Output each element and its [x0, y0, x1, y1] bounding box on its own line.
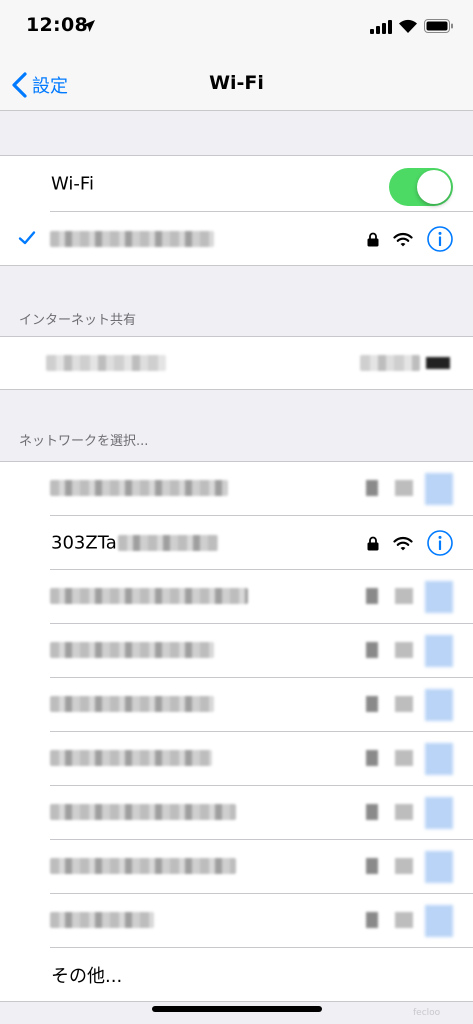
network-name-redacted: [50, 696, 214, 712]
toggle-knob: [417, 170, 451, 204]
hotspot-battery-redacted: [426, 357, 450, 369]
wifi-signal-icon: [395, 804, 413, 820]
lock-icon: [366, 912, 378, 928]
network-row[interactable]: [0, 840, 473, 893]
wifi-signal-icon: [395, 750, 413, 766]
page-title: Wi-Fi: [209, 72, 264, 94]
section-header-hotspot: インターネット共有: [19, 313, 137, 328]
network-row[interactable]: [0, 732, 473, 785]
info-icon[interactable]: [425, 635, 453, 667]
network-row[interactable]: [0, 570, 473, 623]
info-icon[interactable]: [425, 905, 453, 937]
wifi-signal-icon: [393, 232, 413, 247]
wifi-signal-icon: [395, 588, 413, 604]
lock-icon: [366, 480, 378, 496]
wifi-signal-icon: [395, 858, 413, 874]
network-row[interactable]: 303ZTa: [0, 516, 473, 569]
watermark: fecloo: [413, 1008, 441, 1018]
info-icon[interactable]: [425, 473, 453, 505]
hotspot-row[interactable]: [0, 337, 473, 390]
network-row[interactable]: [0, 462, 473, 515]
lock-icon: [366, 696, 378, 712]
network-name-redacted: [50, 858, 236, 874]
info-icon[interactable]: [427, 530, 453, 556]
hotspot-group: [0, 336, 473, 390]
lock-icon: [366, 804, 378, 820]
network-row[interactable]: [0, 786, 473, 839]
hotspot-status-redacted: [360, 355, 420, 371]
other-network-label: その他...: [51, 966, 123, 987]
checkmark-icon: [18, 231, 36, 245]
network-name-redacted: [50, 804, 236, 820]
network-name-redacted-suffix: [118, 535, 218, 551]
lock-icon: [367, 232, 379, 247]
network-row[interactable]: [0, 894, 473, 947]
battery-icon: [424, 19, 453, 33]
wifi-label: Wi-Fi: [51, 173, 94, 194]
wifi-toggle-row: Wi-Fi: [0, 156, 473, 211]
home-indicator[interactable]: [152, 1006, 322, 1012]
wifi-signal-icon: [395, 642, 413, 658]
network-row[interactable]: [0, 678, 473, 731]
lock-icon: [366, 750, 378, 766]
lock-icon: [366, 588, 378, 604]
cellular-signal-icon: [370, 20, 392, 34]
info-icon[interactable]: [425, 797, 453, 829]
lock-icon: [366, 642, 378, 658]
other-network-row[interactable]: その他...: [0, 948, 473, 1002]
network-name-redacted: [50, 588, 248, 604]
wifi-toggle[interactable]: [389, 168, 453, 206]
network-name-redacted: [50, 642, 214, 658]
wifi-signal-icon: [393, 536, 413, 551]
location-arrow-icon: [83, 20, 95, 32]
network-row[interactable]: [0, 624, 473, 677]
wifi-signal-icon: [395, 696, 413, 712]
info-icon[interactable]: [425, 689, 453, 721]
connected-network-name-redacted: [50, 231, 214, 247]
network-name-303ZTa: 303ZTa: [51, 532, 117, 553]
info-icon[interactable]: [425, 851, 453, 883]
info-icon[interactable]: [425, 743, 453, 775]
network-name-redacted: [50, 480, 228, 496]
info-icon[interactable]: [425, 581, 453, 613]
network-name-redacted: [50, 750, 212, 766]
connected-network-row[interactable]: [0, 212, 473, 267]
wifi-signal-icon: [395, 912, 413, 928]
hotspot-name-redacted: [46, 355, 166, 371]
network-name-redacted: [50, 912, 154, 928]
wifi-signal-icon: [395, 480, 413, 496]
navigation-bar: 設定 Wi-Fi: [0, 58, 473, 111]
wifi-status-icon: [399, 19, 417, 33]
info-icon[interactable]: [427, 226, 453, 252]
network-list-group: 303ZTa その他...: [0, 461, 473, 1002]
status-bar: 12:08: [0, 0, 473, 58]
section-header-networks: ネットワークを選択...: [19, 434, 149, 449]
status-time: 12:08: [26, 14, 88, 36]
lock-icon: [367, 536, 379, 551]
wifi-group: Wi-Fi: [0, 155, 473, 266]
lock-icon: [366, 858, 378, 874]
